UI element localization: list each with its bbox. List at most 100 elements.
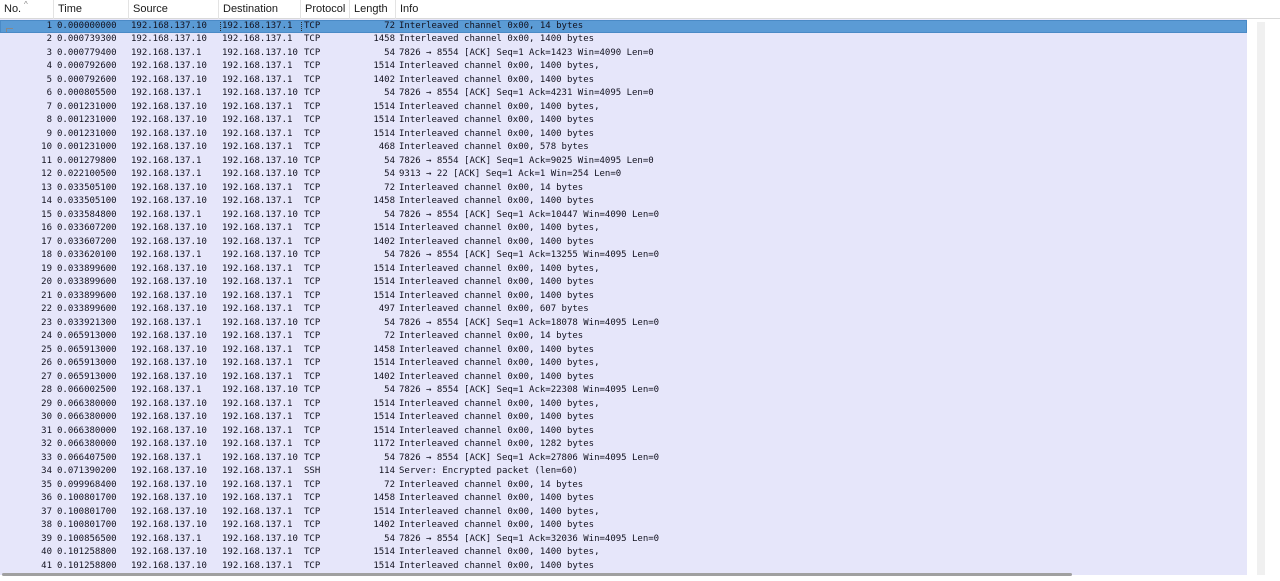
packet-source-cell: 192.168.137.10	[131, 479, 207, 490]
column-header-time[interactable]: Time	[54, 0, 129, 19]
packet-length-cell: 72	[384, 331, 395, 341]
packet-row[interactable]: 8 0.001231000 192.168.137.10 192.168.137.1 T…	[0, 114, 1247, 128]
column-header-info-label: Info	[400, 3, 419, 15]
packet-time-cell: 0.065913000	[57, 331, 117, 341]
packet-row[interactable]: 41 0.101258800 192.168.137.10 192.168.137.1…	[0, 559, 1247, 573]
packet-row[interactable]: 40 0.101258800 192.168.137.10 192.168.137.1…	[0, 546, 1247, 560]
packet-row[interactable]: 24 0.065913000 192.168.137.10 192.168.137.1…	[0, 330, 1247, 344]
packet-info-cell: 7826 → 8554 [ACK] Seq=1 Ack=13255 Win=40…	[399, 250, 660, 260]
packet-source-cell: 192.168.137.10	[131, 412, 207, 422]
packet-row[interactable]: 26 0.065913000 192.168.137.10 192.168.137.1…	[0, 357, 1247, 371]
column-header-no[interactable]: No. ^	[0, 0, 54, 19]
column-header-length[interactable]: Length	[350, 0, 396, 19]
packet-row[interactable]: 23 0.033921300 192.168.137.1 192.168.137.10…	[0, 316, 1247, 330]
packet-info-cell: Interleaved channel 0x00, 1400 bytes	[399, 344, 595, 355]
packet-row[interactable]: 37 0.100801700 192.168.137.10 192.168.137.1…	[0, 505, 1247, 519]
packet-row[interactable]: 36 0.100801700 192.168.137.10 192.168.137.1…	[0, 492, 1247, 506]
packet-row[interactable]: 18 0.033620100 192.168.137.1 192.168.137.10…	[0, 249, 1247, 263]
packet-length-cell: 1458	[373, 344, 395, 355]
packet-row[interactable]: 6 0.000805500 192.168.137.1 192.168.137.10 T…	[0, 87, 1247, 101]
packet-destination-cell: 192.168.137.1	[222, 506, 293, 517]
packet-row[interactable]: 12 0.022100500 192.168.137.1 192.168.137.10…	[0, 168, 1247, 182]
horizontal-scrollbar-thumb[interactable]	[2, 573, 1072, 576]
column-header-source[interactable]: Source	[129, 0, 219, 19]
packet-source-cell: 192.168.137.10	[131, 371, 207, 382]
packet-info-cell: 7826 → 8554 [ACK] Seq=1 Ack=27806 Win=40…	[399, 452, 660, 463]
packet-number-cell: 27	[41, 371, 52, 382]
packet-source-cell: 192.168.137.10	[131, 223, 207, 233]
packet-row[interactable]: 5 0.000792600 192.168.137.10 192.168.137.1 T…	[0, 73, 1247, 87]
vertical-scrollbar-track[interactable]	[1257, 22, 1265, 575]
packet-length-cell: 1514	[373, 61, 395, 71]
packet-row[interactable]: 30 0.066380000 192.168.137.10 192.168.137.1…	[0, 411, 1247, 425]
packet-protocol-cell: TCP	[304, 142, 321, 152]
packet-row[interactable]: 32 0.066380000 192.168.137.10 192.168.137.1…	[0, 438, 1247, 452]
packet-row[interactable]: 15 0.033584800 192.168.137.1 192.168.137.10…	[0, 208, 1247, 222]
packet-row[interactable]: 25 0.065913000 192.168.137.10 192.168.137.1…	[0, 343, 1247, 357]
packet-protocol-cell: TCP	[304, 115, 321, 125]
packet-info-cell: Interleaved channel 0x00, 1400 bytes,	[399, 506, 600, 517]
packet-row[interactable]: 31 0.066380000 192.168.137.10 192.168.137.1…	[0, 424, 1247, 438]
packet-length-cell: 54	[384, 47, 395, 58]
packet-source-cell: 192.168.137.10	[131, 493, 207, 503]
column-header-info[interactable]: Info	[396, 0, 1280, 19]
packet-row[interactable]: 17 0.033607200 192.168.137.10 192.168.137.1…	[0, 235, 1247, 249]
packet-row[interactable]: 13 0.033505100 192.168.137.10 192.168.137.1…	[0, 181, 1247, 195]
packet-info-cell: 7826 → 8554 [ACK] Seq=1 Ack=9025 Win=409…	[399, 155, 654, 166]
packet-info-cell: Interleaved channel 0x00, 1400 bytes	[399, 277, 595, 287]
packet-row[interactable]: 9 0.001231000 192.168.137.10 192.168.137.1 T…	[0, 127, 1247, 141]
column-header-destination-label: Destination	[223, 3, 279, 15]
packet-number-cell: 16	[41, 223, 52, 233]
packet-row[interactable]: 11 0.001279800 192.168.137.1 192.168.137.10…	[0, 154, 1247, 168]
packet-source-cell: 192.168.137.10	[131, 506, 207, 517]
packet-row[interactable]: 29 0.066380000 192.168.137.10 192.168.137.1…	[0, 397, 1247, 411]
packet-length-cell: 1458	[373, 493, 395, 503]
packet-number-cell: 34	[41, 466, 52, 476]
packet-length-cell: 1514	[373, 128, 395, 139]
packet-row[interactable]: 1 0.000000000 192.168.137.10 192.168.137.1 T…	[0, 19, 1247, 35]
packet-source-cell: 192.168.137.10	[131, 61, 207, 71]
packet-number-cell: 38	[41, 520, 52, 530]
packet-number-cell: 10	[41, 142, 52, 152]
packet-number-cell: 20	[41, 277, 52, 287]
packet-destination-cell: 192.168.137.1	[222, 466, 293, 476]
packet-number-cell: 21	[41, 290, 52, 301]
packet-row[interactable]: 39 0.100856500 192.168.137.1 192.168.137.10…	[0, 532, 1247, 546]
packet-protocol-cell: TCP	[304, 223, 321, 233]
packet-row[interactable]: 7 0.001231000 192.168.137.10 192.168.137.1 T…	[0, 100, 1247, 114]
packet-row[interactable]: 19 0.033899600 192.168.137.10 192.168.137.1…	[0, 262, 1247, 276]
packet-protocol-cell: TCP	[304, 169, 321, 179]
packet-length-cell: 1514	[373, 277, 395, 287]
packet-row[interactable]: 2 0.000739300 192.168.137.10 192.168.137.1 T…	[0, 33, 1247, 47]
packet-row[interactable]: 16 0.033607200 192.168.137.10 192.168.137.1…	[0, 222, 1247, 236]
packet-length-cell: 1514	[373, 412, 395, 422]
packet-row[interactable]: 34 0.071390200 192.168.137.10 192.168.137.1…	[0, 465, 1247, 479]
packet-protocol-cell: TCP	[304, 250, 321, 260]
packet-row[interactable]: 35 0.099968400 192.168.137.10 192.168.137.1…	[0, 478, 1247, 492]
packet-time-cell: 0.066380000	[57, 439, 117, 449]
packet-row[interactable]: 33 0.066407500 192.168.137.1 192.168.137.10…	[0, 451, 1247, 465]
packet-time-cell: 0.001231000	[57, 142, 117, 152]
packet-row[interactable]: 27 0.065913000 192.168.137.10 192.168.137.1…	[0, 370, 1247, 384]
packet-info-cell: Interleaved channel 0x00, 1400 bytes	[399, 371, 595, 382]
column-header-destination[interactable]: Destination	[219, 0, 301, 19]
packet-row[interactable]: 38 0.100801700 192.168.137.10 192.168.137.1…	[0, 519, 1247, 533]
packet-source-cell: 192.168.137.10	[131, 263, 207, 274]
packet-row[interactable]: 10 0.001231000 192.168.137.10 192.168.137.1…	[0, 141, 1247, 155]
packet-time-cell: 0.000000000	[57, 20, 117, 31]
packet-destination-cell: 192.168.137.1	[222, 547, 293, 557]
packet-protocol-cell: TCP	[304, 277, 321, 287]
packet-time-cell: 0.033505100	[57, 182, 117, 193]
packet-row[interactable]: 3 0.000779400 192.168.137.1 192.168.137.10 T…	[0, 46, 1247, 60]
packet-row[interactable]: 4 0.000792600 192.168.137.10 192.168.137.1 T…	[0, 60, 1247, 74]
packet-row[interactable]: 22 0.033899600 192.168.137.10 192.168.137.1…	[0, 303, 1247, 317]
packet-row[interactable]: 21 0.033899600 192.168.137.10 192.168.137.1…	[0, 289, 1247, 303]
packet-source-cell: 192.168.137.10	[131, 560, 207, 571]
packet-length-cell: 1514	[373, 263, 395, 274]
column-header-protocol[interactable]: Protocol	[301, 0, 350, 19]
packet-row[interactable]: 28 0.066002500 192.168.137.1 192.168.137.10…	[0, 384, 1247, 398]
packet-row[interactable]: 20 0.033899600 192.168.137.10 192.168.137.1…	[0, 276, 1247, 290]
packet-number-cell: 26	[41, 358, 52, 368]
packet-time-cell: 0.000792600	[57, 61, 117, 71]
packet-row[interactable]: 14 0.033505100 192.168.137.10 192.168.137.1…	[0, 195, 1247, 209]
